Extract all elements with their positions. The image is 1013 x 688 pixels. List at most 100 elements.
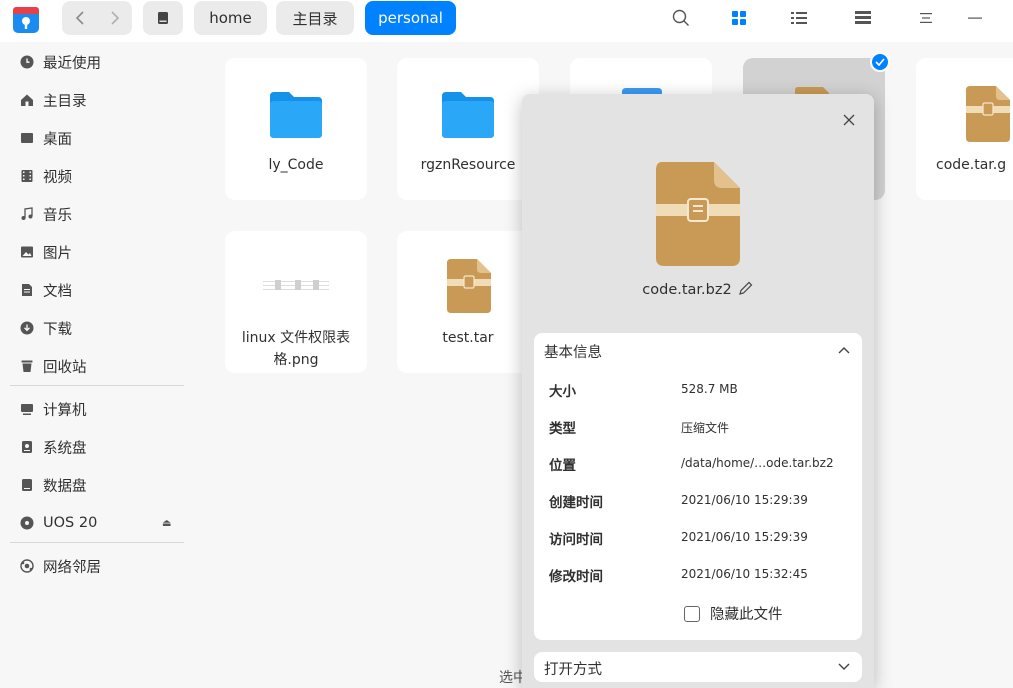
breadcrumb-home[interactable]: home (194, 1, 267, 35)
menu-icon (920, 13, 932, 23)
forward-icon (110, 11, 119, 25)
property-panel: code.tar.bz2 基本信息 大小 528.7 MB 类型 压缩文件 位置… (522, 94, 874, 688)
chevron-down-icon (838, 663, 850, 670)
home-icon (19, 92, 35, 108)
file-item-archive[interactable]: test.tar (397, 231, 539, 373)
tree-view-button[interactable] (850, 6, 876, 30)
sidebar-item-system-disk[interactable]: 系统盘 (0, 429, 200, 465)
info-label: 修改时间 (549, 569, 603, 585)
file-name: code.tar.g (936, 157, 1007, 173)
info-value: 2021/06/10 15:29:39 (681, 530, 808, 544)
main-menu-button[interactable] (913, 6, 939, 30)
forward-button[interactable] (97, 1, 132, 35)
sidebar-item-pictures[interactable]: 图片 (0, 234, 200, 270)
open-with-section[interactable]: 打开方式 (534, 652, 862, 682)
sidebar-item-documents[interactable]: 文档 (0, 272, 200, 308)
folder-icon (270, 92, 322, 138)
search-button[interactable] (668, 6, 694, 30)
search-icon (672, 9, 689, 26)
sidebar-item-label: 主目录 (43, 93, 87, 110)
info-value: 2021/06/10 15:29:39 (681, 493, 808, 507)
back-icon (75, 11, 84, 25)
file-name: rgznResource (420, 157, 516, 173)
archive-icon (447, 259, 491, 313)
trash-icon (19, 358, 35, 374)
close-button[interactable] (840, 111, 858, 129)
basic-info-card: 基本信息 大小 528.7 MB 类型 压缩文件 位置 /data/home/…… (534, 333, 862, 640)
sidebar-item-trash[interactable]: 回收站 (0, 348, 200, 384)
sidebar-item-label: 音乐 (43, 207, 72, 224)
video-icon (19, 168, 35, 184)
file-name: test.tar (442, 330, 494, 346)
sidebar-item-label: 下载 (43, 321, 72, 338)
file-item-folder[interactable]: ly_Code (225, 58, 367, 200)
sidebar-item-data-disk[interactable]: 数据盘 (0, 467, 200, 503)
sidebar-item-label: 计算机 (43, 402, 87, 419)
expand-button[interactable] (837, 660, 851, 674)
file-name: linux 文件权限表格.png (241, 330, 351, 368)
info-label: 访问时间 (549, 532, 603, 548)
minimize-button[interactable] (962, 6, 988, 30)
image-thumbnail-icon (263, 280, 329, 290)
selected-check-icon (870, 52, 890, 72)
eject-icon[interactable]: ⏏ (162, 518, 171, 529)
hide-file-checkbox[interactable] (684, 605, 700, 622)
sidebar-item-uos20[interactable]: UOS 20 ⏏ (0, 505, 200, 541)
sidebar-divider (10, 385, 184, 386)
breadcrumb-label: 主目录 (292, 9, 338, 28)
section-title: 基本信息 (544, 345, 602, 361)
breadcrumb-label: home (209, 9, 252, 27)
network-icon (19, 558, 35, 574)
breadcrumb-label: personal (378, 9, 443, 27)
file-item-folder[interactable]: rgznResource (397, 58, 539, 200)
breadcrumb-main-dir[interactable]: 主目录 (276, 1, 354, 35)
sidebar-item-label: 图片 (43, 245, 72, 262)
edit-icon[interactable] (738, 280, 754, 296)
minimize-icon (968, 17, 982, 19)
download-icon (19, 320, 35, 336)
archive-icon (656, 162, 740, 266)
chevron-up-icon (838, 347, 850, 354)
list-view-button[interactable] (786, 6, 812, 30)
info-label: 创建时间 (549, 495, 603, 511)
file-item-archive[interactable]: code.tar.g (916, 58, 1013, 200)
sidebar-item-video[interactable]: 视频 (0, 158, 200, 194)
sidebar-item-music[interactable]: 音乐 (0, 196, 200, 232)
sidebar-item-home[interactable]: 主目录 (0, 82, 200, 118)
sidebar-item-label: 最近使用 (43, 55, 101, 72)
sidebar-item-downloads[interactable]: 下载 (0, 310, 200, 346)
sidebar-divider (10, 542, 184, 543)
sidebar-item-label: 视频 (43, 169, 72, 186)
sidebar-item-label: 文档 (43, 283, 72, 300)
breadcrumb-root-button[interactable] (143, 1, 183, 35)
sidebar-item-label: UOS 20 (43, 515, 98, 531)
tree-view-icon (855, 11, 871, 24)
info-label: 类型 (549, 421, 576, 437)
open-with-label: 打开方式 (544, 662, 602, 678)
sidebar-item-computer[interactable]: 计算机 (0, 391, 200, 427)
sidebar-item-network[interactable]: 网络邻居 (0, 548, 200, 584)
file-name-title: code.tar.bz2 (522, 280, 874, 298)
sidebar-item-recent[interactable]: 最近使用 (0, 44, 200, 80)
info-value: /data/home/…ode.tar.bz2 (681, 456, 834, 470)
grid-view-icon (732, 11, 746, 25)
sidebar-item-label: 系统盘 (43, 440, 87, 457)
file-item-image[interactable]: linux 文件权限表格.png (225, 231, 367, 373)
hide-file-option[interactable]: 隐藏此文件 (684, 603, 783, 624)
sidebar: 最近使用 主目录 桌面 视频 音乐 图片 文档 下载 回收站 计算机 系统盘 数… (0, 42, 200, 688)
info-label: 大小 (549, 384, 576, 400)
breadcrumb-personal[interactable]: personal (365, 1, 456, 35)
collapse-button[interactable] (837, 343, 851, 357)
navigation-buttons (62, 1, 132, 35)
sidebar-item-desktop[interactable]: 桌面 (0, 120, 200, 156)
picture-icon (19, 244, 35, 260)
info-value: 528.7 MB (681, 382, 738, 396)
icon-view-button[interactable] (726, 6, 752, 30)
back-button[interactable] (62, 1, 97, 35)
list-view-icon (791, 12, 807, 24)
close-icon (843, 114, 855, 126)
sidebar-item-label: 桌面 (43, 131, 72, 148)
app-logo-icon (13, 7, 39, 33)
sidebar-item-label: 回收站 (43, 359, 87, 376)
computer-icon (19, 401, 35, 417)
